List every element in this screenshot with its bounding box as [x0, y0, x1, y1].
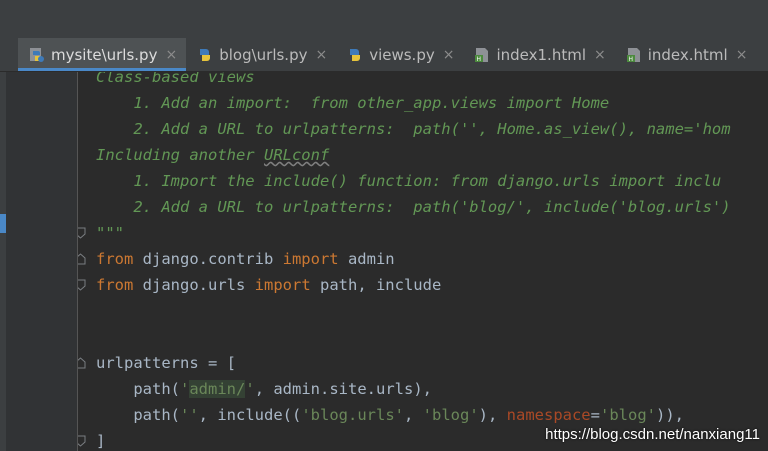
code-line: 10 1. Add an import: from other_app.view…: [78, 90, 768, 116]
docstring-text: Including another URLconf: [96, 142, 329, 168]
docstring-text: 1. Add an import: from other_app.views i…: [96, 94, 610, 112]
code-text: ]: [96, 432, 106, 450]
identifier: path(: [96, 406, 180, 424]
python-file-icon: [347, 47, 363, 63]
identifier: =: [590, 406, 600, 424]
string-literal-highlighted: admin/: [189, 380, 246, 398]
identifier: path, include: [310, 276, 442, 294]
identifier: ),: [478, 406, 507, 424]
tab-label: index.html: [647, 45, 728, 64]
identifier: , include((: [198, 406, 302, 424]
tab-label: views.py: [369, 45, 435, 64]
docstring-segment: Including another: [96, 146, 264, 164]
keyword-argument: namespace: [506, 406, 591, 424]
spellcheck-word: URLconf: [263, 146, 330, 164]
identifier: django.urls: [133, 276, 255, 294]
string-literal: '': [180, 406, 199, 424]
svg-text:H: H: [628, 56, 633, 63]
docstring-text: Class-based views: [96, 72, 255, 86]
code-line: 22 path('', include(('blog.urls', 'blog'…: [78, 402, 768, 428]
code-line: 12 Including another URLconf: [78, 142, 768, 168]
fold-end-icon[interactable]: [78, 279, 86, 291]
identifier: )),: [656, 406, 684, 424]
string-literal: ': [245, 380, 255, 398]
tab-label: blog\urls.py: [219, 45, 308, 64]
keyword: import: [282, 250, 339, 268]
identifier: admin: [338, 250, 395, 268]
python-file-icon: [197, 47, 213, 63]
docstring-text: 2. Add a URL to urlpatterns: path('', Ho…: [96, 120, 731, 138]
code-line: 15 """: [78, 220, 768, 246]
code-text: urlpatterns = [: [96, 354, 236, 372]
close-icon[interactable]: ×: [736, 47, 748, 63]
window-title-bar: [0, 0, 768, 39]
code-text: path('', include(('blog.urls', 'blog'), …: [96, 402, 684, 428]
code-line: 11 2. Add a URL to urlpatterns: path('',…: [78, 116, 768, 142]
code-line: 21 path('admin/', admin.site.urls),: [78, 376, 768, 402]
docstring-text: """: [96, 224, 124, 242]
fold-end-icon[interactable]: [78, 435, 86, 447]
tab-mysite-urls-py[interactable]: mysite\urls.py ×: [18, 38, 187, 71]
close-icon[interactable]: ×: [594, 47, 606, 63]
html-file-icon: H: [626, 47, 642, 63]
keyword: import: [254, 276, 311, 294]
tab-label: mysite\urls.py: [51, 45, 158, 64]
code-text: from django.contrib import admin: [96, 246, 395, 272]
code-line: 9 Class-based views: [78, 72, 768, 90]
code-line: 16 from django.contrib import admin: [78, 246, 768, 272]
code-line: 17 from django.urls import path, include: [78, 272, 768, 298]
code-line: 20 urlpatterns = [: [78, 350, 768, 376]
python-file-icon: [29, 47, 45, 63]
line-number-gutter: [6, 72, 78, 451]
code-line: 14 2. Add a URL to urlpatterns: path('bl…: [78, 194, 768, 220]
tab-label: index1.html: [496, 45, 586, 64]
string-literal: 'blog': [600, 406, 656, 424]
identifier: django.contrib: [133, 250, 283, 268]
docstring-text: 1. Import the include() function: from d…: [96, 172, 722, 190]
identifier: ,: [403, 406, 423, 424]
editor-tab-bar: mysite\urls.py × blog\urls.py × views.py…: [0, 38, 768, 72]
code-line: 19: [78, 324, 768, 350]
code-text: from django.urls import path, include: [96, 272, 441, 298]
tab-bar-spacer: [0, 38, 18, 71]
fold-start-icon[interactable]: [78, 357, 86, 369]
keyword: from: [96, 250, 134, 268]
html-file-icon: H: [474, 47, 490, 63]
close-icon[interactable]: ×: [165, 47, 177, 63]
identifier: path(: [96, 380, 180, 398]
fold-end-icon[interactable]: [78, 227, 86, 239]
string-literal: 'blog.urls': [301, 406, 404, 424]
close-icon[interactable]: ×: [443, 47, 455, 63]
watermark-url: https://blog.csdn.net/nanxiang11: [545, 426, 760, 443]
svg-text:H: H: [477, 56, 482, 63]
tab-index1-html[interactable]: H index1.html ×: [463, 38, 614, 71]
tab-blog-urls-py[interactable]: blog\urls.py ×: [186, 38, 336, 71]
code-editor[interactable]: 9 Class-based views 10 1. Add an import:…: [78, 72, 768, 451]
docstring-text: 2. Add a URL to urlpatterns: path('blog/…: [96, 198, 731, 216]
code-line: 13 1. Import the include() function: fro…: [78, 168, 768, 194]
tab-views-py[interactable]: views.py ×: [336, 38, 463, 71]
string-literal: ': [180, 380, 190, 398]
string-literal: 'blog': [422, 406, 479, 424]
keyword: from: [96, 276, 134, 294]
code-line: 18: [78, 298, 768, 324]
fold-start-icon[interactable]: [78, 253, 86, 265]
code-text: path('admin/', admin.site.urls),: [96, 376, 432, 402]
close-icon[interactable]: ×: [315, 47, 327, 63]
identifier: , admin.site.urls),: [254, 380, 432, 398]
tab-index-html[interactable]: H index.html ×: [615, 38, 757, 71]
